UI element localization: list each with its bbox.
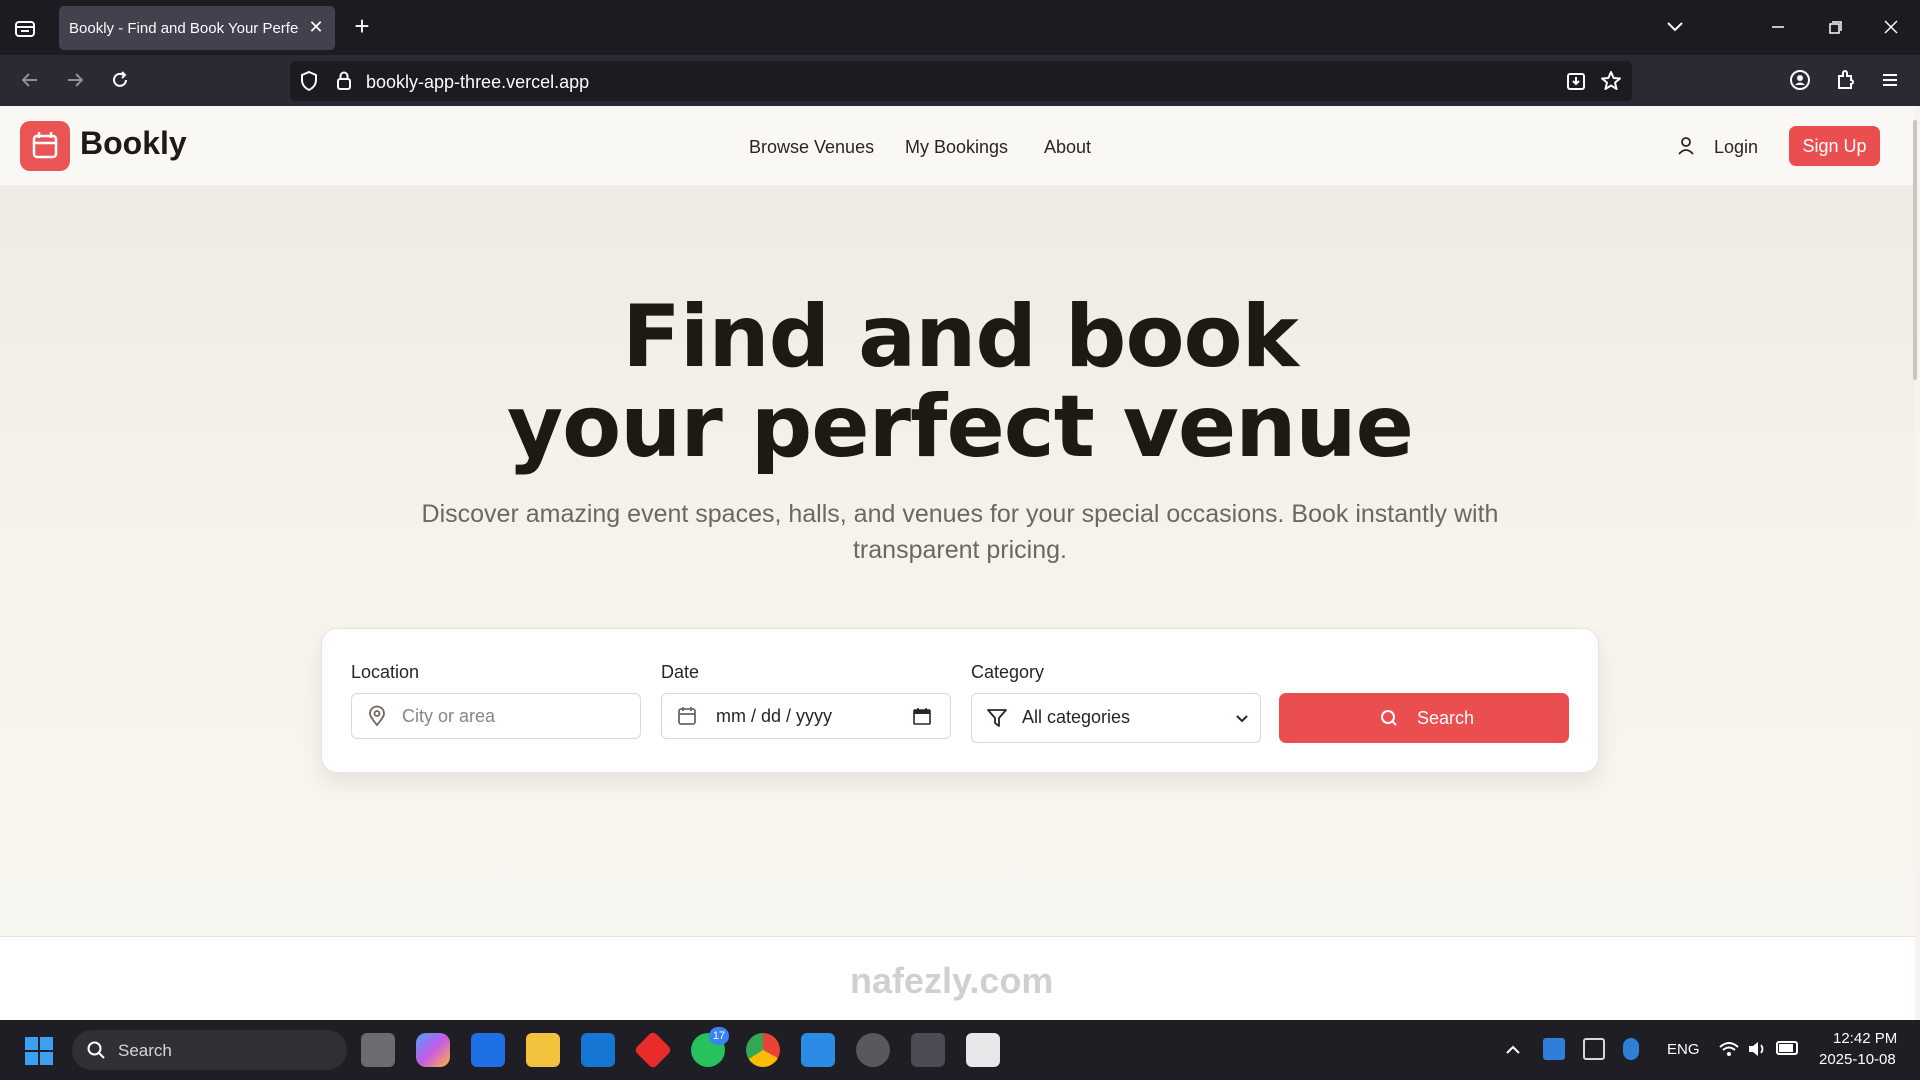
hero-subtitle-line-1: Discover amazing event spaces, halls, an… <box>421 500 1499 528</box>
minimize-icon[interactable] <box>1765 14 1791 40</box>
category-label: Category <box>971 662 1045 682</box>
restore-icon[interactable] <box>1822 14 1848 40</box>
search-icon <box>86 1040 106 1060</box>
browser-toolbar: bookly-app-three.vercel.app <box>0 55 1920 106</box>
browser-tab-strip: Bookly - Find and Book Your Perfect Venu… <box>0 0 1920 55</box>
close-window-icon[interactable] <box>1878 14 1904 40</box>
file-explorer-icon[interactable] <box>526 1033 560 1067</box>
location-input[interactable]: City or area <box>351 693 641 739</box>
search-button-label: Search <box>1417 708 1475 728</box>
windows-start-icon[interactable] <box>24 1036 54 1066</box>
nav-browse-venues[interactable]: Browse Venues <box>749 137 874 158</box>
forward-arrow-icon[interactable] <box>62 67 88 93</box>
git-tool-icon[interactable] <box>911 1033 945 1067</box>
lock-icon[interactable] <box>332 69 356 93</box>
web-page: Bookly Browse Venues My Bookings About L… <box>0 106 1920 1020</box>
category-select[interactable]: All categories <box>971 693 1261 743</box>
taskbar-search-placeholder: Search <box>118 1041 172 1060</box>
close-tab-icon[interactable]: ✕ <box>305 16 327 38</box>
notification-badge: 17 <box>709 1027 729 1045</box>
clock-date[interactable]: 2025-10-08 <box>1819 1051 1896 1068</box>
menu-icon[interactable] <box>1877 67 1903 93</box>
search-icon <box>1379 708 1399 728</box>
date-placeholder: mm / dd / yyyy <box>716 706 833 726</box>
browser-tab-active[interactable]: Bookly - Find and Book Your Perfect Venu… <box>59 6 335 50</box>
hero-subtitle-line-2: transparent pricing. <box>852 536 1067 564</box>
hero-subtitle: Discover amazing event spaces, halls, an… <box>410 496 1510 568</box>
location-placeholder: City or area <box>402 706 496 726</box>
signup-button[interactable]: Sign Up <box>1789 126 1880 166</box>
outlook-icon[interactable] <box>581 1033 615 1067</box>
tab-list-icon[interactable] <box>12 16 38 40</box>
date-picker-icon[interactable] <box>912 706 932 726</box>
hero-title-line-1: Find and book <box>622 287 1299 387</box>
defender-warning-icon[interactable] <box>1543 1038 1565 1060</box>
whatsapp-icon[interactable]: 17 <box>691 1027 729 1067</box>
save-page-icon[interactable] <box>1564 69 1588 93</box>
location-label: Location <box>351 662 420 682</box>
category-value: All categories <box>1022 707 1131 727</box>
search-button[interactable]: Search <box>1279 693 1569 743</box>
bookmark-star-icon[interactable] <box>1599 69 1623 93</box>
bluetooth-icon[interactable] <box>1623 1038 1639 1060</box>
hero-title: Find and book your perfect venue <box>0 292 1920 472</box>
site-navbar: Bookly Browse Venues My Bookings About L… <box>0 106 1915 187</box>
vscode-icon[interactable] <box>801 1033 835 1067</box>
notepad-icon[interactable] <box>966 1033 1000 1067</box>
chrome-icon[interactable] <box>746 1033 780 1067</box>
map-pin-icon <box>366 705 388 727</box>
nav-about[interactable]: About <box>1044 137 1091 158</box>
tab-title: Bookly - Find and Book Your Perfect Venu… <box>69 20 299 37</box>
date-label: Date <box>661 662 700 682</box>
brand-name[interactable]: Bookly <box>80 125 187 162</box>
battery-icon[interactable] <box>1776 1041 1798 1055</box>
mail-tray-icon[interactable] <box>1583 1038 1605 1060</box>
wifi-icon[interactable] <box>1718 1038 1740 1060</box>
login-link[interactable]: Login <box>1714 137 1758 158</box>
list-all-tabs-icon[interactable] <box>1662 14 1688 40</box>
user-icon[interactable] <box>1675 135 1697 157</box>
volume-icon[interactable] <box>1746 1038 1768 1060</box>
language-indicator[interactable]: ENG <box>1667 1041 1700 1058</box>
dropbox-icon[interactable] <box>471 1033 505 1067</box>
new-tab-button[interactable]: + <box>350 13 374 39</box>
extensions-icon[interactable] <box>1833 67 1859 93</box>
url-text: bookly-app-three.vercel.app <box>366 72 590 92</box>
chevron-down-icon <box>1234 710 1250 726</box>
account-icon[interactable] <box>1787 67 1813 93</box>
shield-icon[interactable] <box>297 69 321 93</box>
davinci-icon[interactable] <box>856 1033 890 1067</box>
venue-search-card: Location City or area Date mm / dd / yyy… <box>321 628 1599 773</box>
reload-icon[interactable] <box>107 67 133 93</box>
windows-taskbar: Search 17 ENG 12:42 PM 2025-10-08 <box>0 1020 1920 1080</box>
date-input[interactable]: mm / dd / yyyy <box>661 693 951 739</box>
copilot-icon[interactable] <box>416 1033 450 1067</box>
filter-icon <box>986 707 1008 729</box>
anydesk-icon[interactable] <box>633 1030 673 1070</box>
hero-section: Find and book your perfect venue Discove… <box>0 188 1915 936</box>
hero-title-line-2: your perfect venue <box>507 377 1414 477</box>
nav-my-bookings[interactable]: My Bookings <box>905 137 1008 158</box>
calendar-logo-icon[interactable] <box>20 121 70 171</box>
calendar-icon <box>676 705 698 727</box>
task-view-icon[interactable] <box>361 1033 395 1067</box>
chevron-up-icon[interactable] <box>1503 1040 1523 1060</box>
page-scrollbar[interactable] <box>1913 120 1917 380</box>
back-arrow-icon[interactable] <box>17 67 43 93</box>
address-bar[interactable]: bookly-app-three.vercel.app <box>290 61 1632 101</box>
clock-time[interactable]: 12:42 PM <box>1833 1030 1897 1047</box>
watermark: nafezly.com <box>850 960 1054 1001</box>
taskbar-search[interactable]: Search <box>72 1030 347 1070</box>
